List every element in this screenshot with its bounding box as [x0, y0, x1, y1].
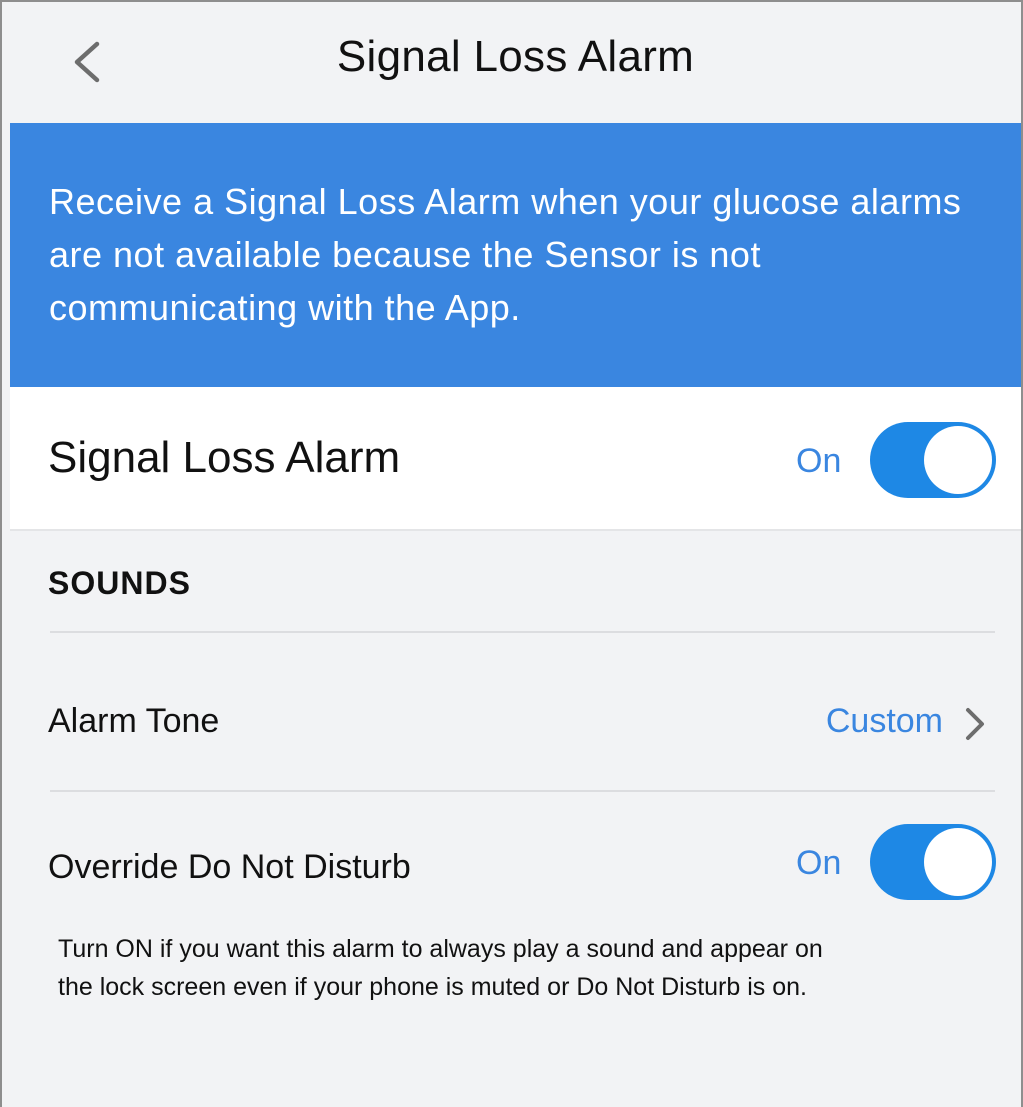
- signal-loss-alarm-label: Signal Loss Alarm: [48, 433, 401, 482]
- override-dnd-help-text: Turn ON if you want this alarm to always…: [58, 935, 823, 1001]
- alarm-tone-row[interactable]: Alarm Tone Custom: [10, 662, 1021, 782]
- info-banner: Receive a Signal Loss Alarm when your gl…: [10, 123, 1021, 387]
- navigation-bar: Signal Loss Alarm: [10, 4, 1021, 122]
- divider: [50, 790, 995, 792]
- app-screen: Signal Loss Alarm Receive a Signal Loss …: [0, 0, 1023, 1107]
- override-dnd-state: On: [796, 844, 842, 882]
- override-dnd-row: Override Do Not Disturb On: [10, 802, 1021, 922]
- toggle-knob: [924, 828, 992, 896]
- override-dnd-toggle[interactable]: [870, 824, 996, 900]
- alarm-tone-value: Custom: [825, 702, 943, 740]
- signal-loss-alarm-row: Signal Loss Alarm On: [10, 387, 1021, 531]
- chevron-right-icon: [966, 708, 984, 740]
- signal-loss-alarm-state: On: [796, 442, 842, 480]
- toggle-knob: [924, 426, 992, 494]
- info-banner-text: Receive a Signal Loss Alarm when your gl…: [49, 181, 962, 328]
- override-dnd-label: Override Do Not Disturb: [48, 848, 411, 886]
- divider: [50, 631, 995, 633]
- alarm-tone-label: Alarm Tone: [48, 702, 220, 740]
- sounds-section-header: SOUNDS: [48, 565, 191, 601]
- page-title: Signal Loss Alarm: [336, 32, 695, 81]
- signal-loss-alarm-toggle[interactable]: [870, 422, 996, 498]
